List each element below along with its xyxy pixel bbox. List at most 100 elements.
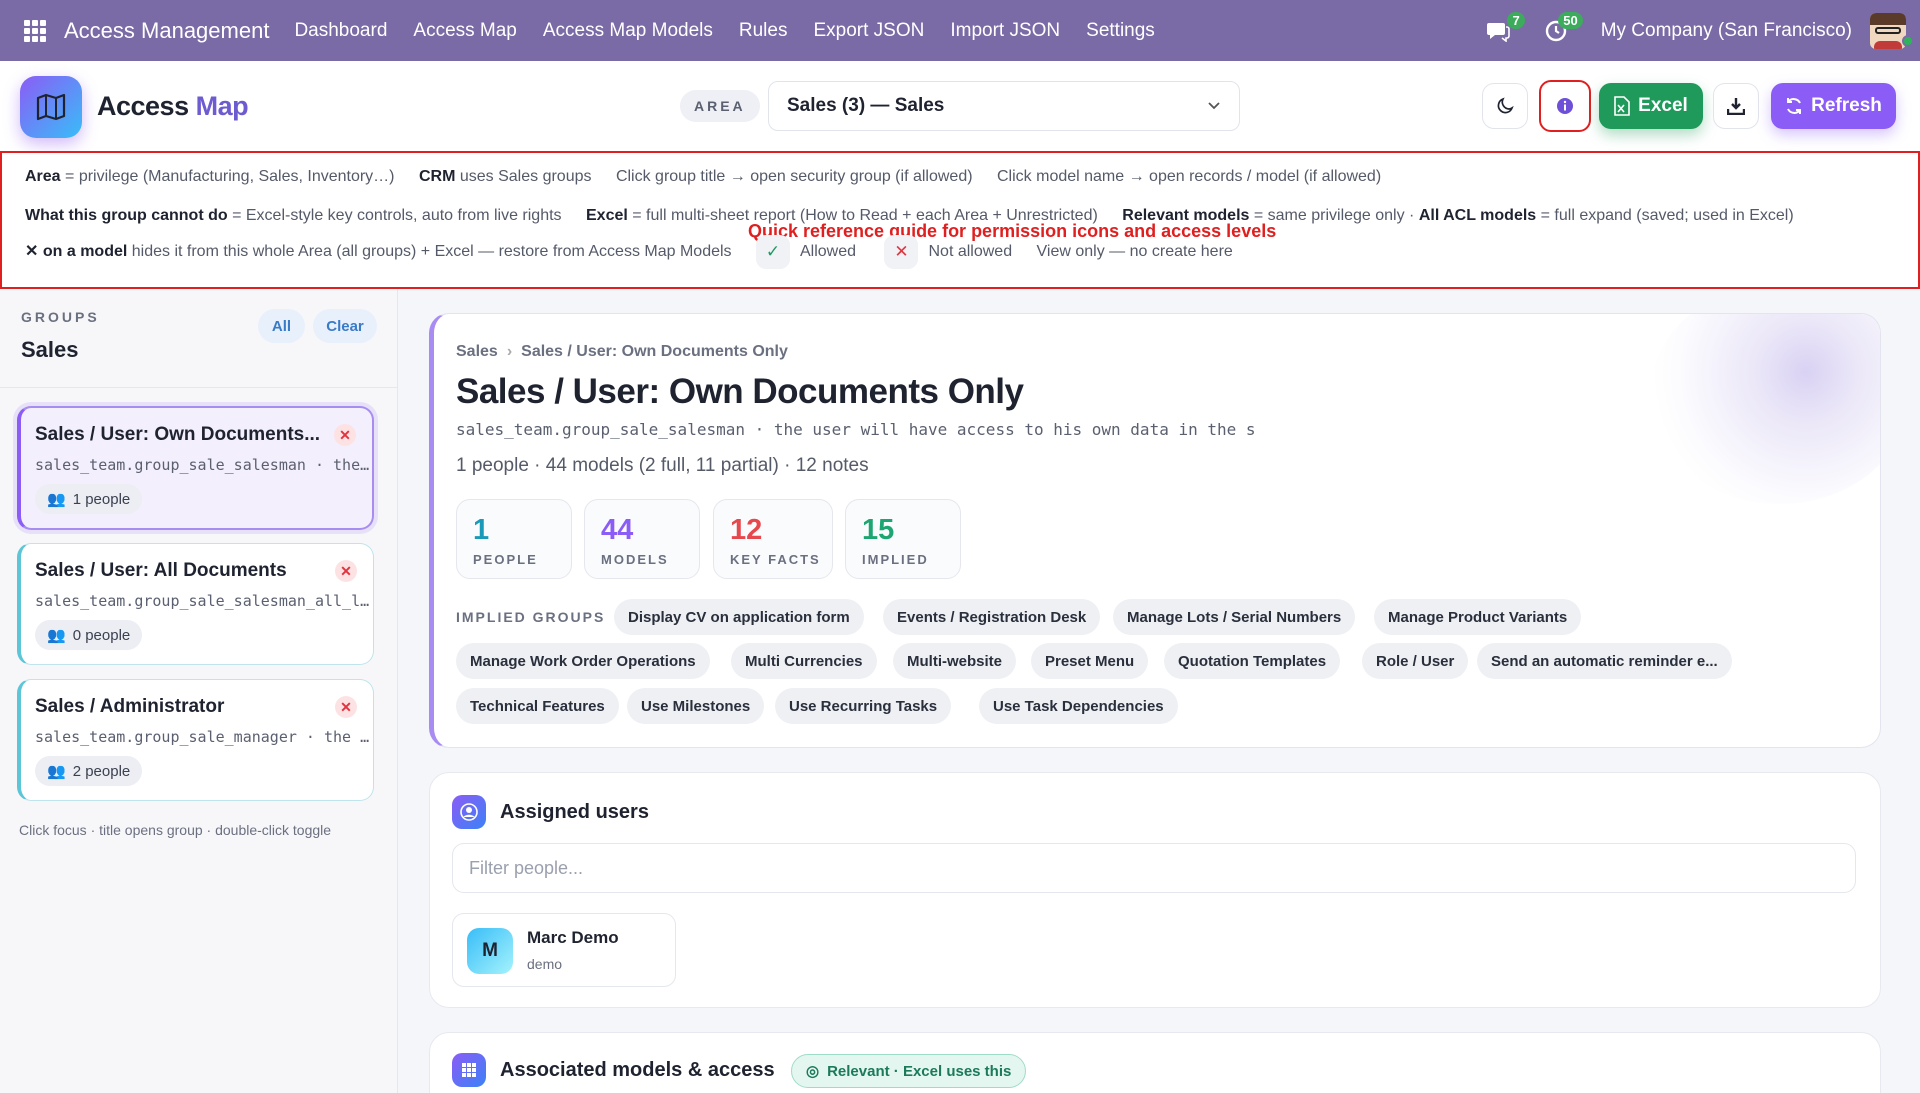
groups-area-title: Sales (21, 337, 79, 362)
quick-reference-guide: Area = privilege (Manufacturing, Sales, … (0, 151, 1920, 289)
implied-group-tag[interactable]: Multi Currencies (731, 643, 877, 679)
stat-label: IMPLIED (862, 552, 929, 567)
refresh-button-label: Refresh (1811, 95, 1882, 116)
stat-value: 1 (473, 514, 490, 546)
group-detail-card: Sales › Sales / User: Own Documents Only S… (429, 313, 1881, 748)
guide-term: What this group cannot do (25, 207, 228, 224)
main-menu: Dashboard Access Map Access Map Models R… (281, 20, 1167, 42)
implied-group-tag[interactable]: Technical Features (456, 688, 619, 724)
stat-models[interactable]: 44 MODELS (584, 499, 700, 579)
filter-people-input[interactable]: Filter people... (452, 843, 1856, 893)
guide-term: ✕ on a model (25, 243, 128, 261)
guide-term: All ACL models (1418, 207, 1537, 224)
target-icon: ◎ (806, 1063, 820, 1080)
company-switcher[interactable]: My Company (San Francisco) (1601, 20, 1852, 42)
activities-count-badge: 50 (1558, 11, 1583, 29)
menu-access-map-models[interactable]: Access Map Models (530, 20, 726, 42)
guide-text: Click model name → open records / model … (997, 168, 1382, 185)
relevant-mode-label: Relevant · Excel uses this (827, 1062, 1012, 1080)
refresh-button[interactable]: Refresh (1771, 83, 1896, 129)
menu-dashboard[interactable]: Dashboard (281, 20, 400, 42)
implied-group-tag[interactable]: Multi-website (893, 643, 1017, 679)
implied-group-tag[interactable]: Role / User (1362, 643, 1469, 679)
stat-people[interactable]: 1 PEOPLE (456, 499, 572, 579)
activities-button[interactable]: 50 (1539, 11, 1583, 48)
guide-term: CRM (418, 168, 456, 185)
menu-export-json[interactable]: Export JSON (800, 20, 937, 42)
divider (0, 387, 398, 388)
guide-line-1: Area = privilege (Manufacturing, Sales, … (25, 168, 1381, 186)
select-all-button[interactable]: All (258, 309, 305, 343)
guide-term: Area (25, 168, 61, 185)
remove-group-icon[interactable]: ✕ (335, 560, 357, 582)
implied-group-tag[interactable]: Use Task Dependencies (979, 688, 1178, 724)
user-circle-icon (452, 795, 486, 829)
dark-mode-toggle[interactable] (1482, 83, 1528, 129)
title-part-access: Access (97, 91, 189, 121)
implied-group-tag[interactable]: Events / Registration Desk (883, 599, 1101, 635)
menu-access-map[interactable]: Access Map (400, 20, 529, 42)
people-count-badge: 👥 2 people (35, 756, 143, 786)
area-select[interactable]: Sales (3) — Sales (768, 81, 1240, 131)
group-summary: 1 people · 44 models (2 full, 11 partial… (456, 455, 869, 476)
implied-group-tag[interactable]: Manage Work Order Operations (456, 643, 710, 679)
chat-icon (1486, 22, 1510, 42)
group-card[interactable]: Sales / Administrator sales_team.group_s… (17, 679, 374, 801)
implied-group-tag[interactable]: Use Milestones (627, 688, 765, 724)
online-status-dot (1902, 35, 1914, 47)
users-icon: 👥 (47, 627, 66, 644)
stat-value: 15 (862, 514, 895, 546)
implied-group-tag[interactable]: Manage Product Variants (1374, 599, 1582, 635)
app-grid-icon[interactable] (24, 19, 46, 42)
stat-label: MODELS (601, 552, 669, 567)
breadcrumb-chevron-icon: › (506, 343, 513, 360)
guide-term: Excel (586, 207, 628, 224)
breadcrumb: Sales › Sales / User: Own Documents Only (456, 343, 788, 361)
group-card[interactable]: Sales / User: All Documents sales_team.g… (17, 543, 374, 665)
title-part-map: Map (195, 91, 249, 121)
implied-groups-label: IMPLIED GROUPS (456, 609, 606, 625)
remove-group-icon[interactable]: ✕ (335, 696, 357, 718)
implied-group-tag[interactable]: Preset Menu (1031, 643, 1149, 679)
stat-implied[interactable]: 15 IMPLIED (845, 499, 961, 579)
menu-settings[interactable]: Settings (1073, 20, 1168, 42)
guide-text: Click group title → open security group … (615, 168, 973, 185)
moon-icon (1497, 97, 1514, 114)
info-button[interactable] (1539, 80, 1591, 132)
group-title[interactable]: Sales / Administrator (35, 696, 224, 718)
legend-not-allowed: Not allowed (928, 243, 1013, 261)
breadcrumb-root[interactable]: Sales (456, 343, 498, 360)
menu-import-json[interactable]: Import JSON (937, 20, 1073, 42)
menu-rules[interactable]: Rules (726, 20, 801, 42)
stat-key-facts[interactable]: 12 KEY FACTS (713, 499, 833, 579)
group-card[interactable]: Sales / User: Own Documents... sales_tea… (17, 406, 374, 530)
legend-allowed: Allowed (800, 243, 857, 261)
stat-value: 44 (601, 514, 634, 546)
clear-button[interactable]: Clear (313, 309, 377, 343)
app-name[interactable]: Access Management (64, 18, 269, 44)
implied-group-tag[interactable]: Manage Lots / Serial Numbers (1113, 599, 1356, 635)
page-header: Access Map AREA Sales (3) — Sales Excel … (0, 61, 1920, 151)
people-count-badge: 👥 0 people (35, 620, 143, 650)
group-title-heading[interactable]: Sales / User: Own Documents Only (456, 372, 1024, 412)
implied-group-tag[interactable]: Quotation Templates (1164, 643, 1341, 679)
refresh-icon (1787, 98, 1802, 114)
sidebar-hint: Click focus · title opens group · double… (19, 822, 332, 838)
group-title[interactable]: Sales / User: All Documents (35, 560, 287, 582)
relevant-mode-toggle[interactable]: ◎ Relevant · Excel uses this (791, 1054, 1027, 1088)
user-login: demo (527, 956, 563, 972)
implied-group-tag[interactable]: Display CV on application form (614, 599, 864, 635)
avatar: M (467, 928, 513, 974)
user-card[interactable]: M Marc Demo demo (452, 913, 676, 987)
implied-group-tag[interactable]: Send an automatic reminder e... (1477, 643, 1732, 679)
user-avatar[interactable] (1870, 12, 1906, 49)
implied-group-tag[interactable]: Use Recurring Tasks (775, 688, 952, 724)
excel-button[interactable]: Excel (1599, 83, 1703, 129)
guide-text: = privilege (Manufacturing, Sales, Inven… (60, 168, 395, 185)
download-button[interactable] (1713, 83, 1759, 129)
group-title[interactable]: Sales / User: Own Documents... (35, 424, 320, 446)
stat-value: 12 (730, 514, 763, 546)
remove-group-icon[interactable]: ✕ (334, 424, 356, 446)
guide-text: uses Sales groups (455, 168, 592, 185)
messages-button[interactable]: 7 (1481, 11, 1525, 48)
